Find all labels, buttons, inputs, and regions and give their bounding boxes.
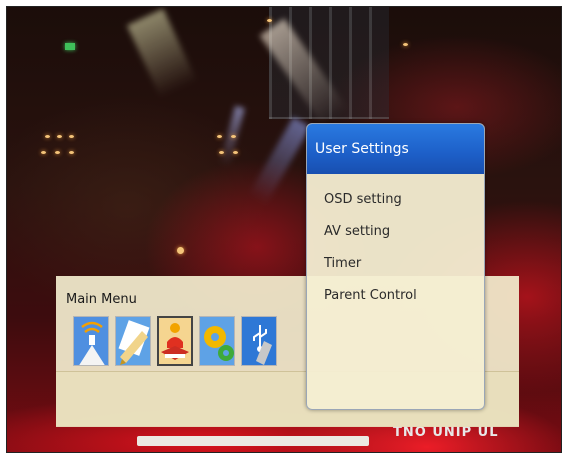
- stage-lamp: [267, 19, 272, 22]
- stage-lamp: [69, 151, 74, 154]
- stage-lamp: [219, 151, 224, 154]
- menu-item-timer[interactable]: Timer: [324, 248, 484, 280]
- stage-lamp: [57, 135, 62, 138]
- menu-item-osd-setting[interactable]: OSD setting: [324, 184, 484, 216]
- user-settings-header: User Settings: [307, 124, 484, 174]
- user-settings-title: User Settings: [315, 141, 409, 157]
- menu-item-parent-control[interactable]: Parent Control: [324, 280, 484, 312]
- user-settings-panel: User Settings OSD setting AV setting Tim…: [306, 123, 485, 410]
- user-settings-list: OSD setting AV setting Timer Parent Cont…: [307, 174, 484, 312]
- stage-lamp: [55, 151, 60, 154]
- stage-lamp: [45, 135, 50, 138]
- system-settings-icon[interactable]: [199, 316, 235, 366]
- stage-lamp: [41, 151, 46, 154]
- stage-lamp: [177, 247, 184, 254]
- main-menu-title: Main Menu: [66, 292, 137, 307]
- user-settings-icon[interactable]: [157, 316, 193, 366]
- broadcast-tv-icon[interactable]: [73, 316, 109, 366]
- lower-third-strip: [137, 436, 369, 446]
- main-menu-icon-row: [73, 316, 277, 366]
- stage-lamp: [403, 43, 408, 46]
- menu-item-av-setting[interactable]: AV setting: [324, 216, 484, 248]
- program-guide-icon[interactable]: [115, 316, 151, 366]
- stage-lamp: [231, 135, 236, 138]
- stage-lamp: [217, 135, 222, 138]
- stage-lamp: [69, 135, 74, 138]
- usb-media-icon[interactable]: [241, 316, 277, 366]
- stage-lamp: [233, 151, 238, 154]
- exit-sign: [65, 43, 75, 50]
- broadcast-logo-text: TNO UNIP UL: [393, 425, 499, 440]
